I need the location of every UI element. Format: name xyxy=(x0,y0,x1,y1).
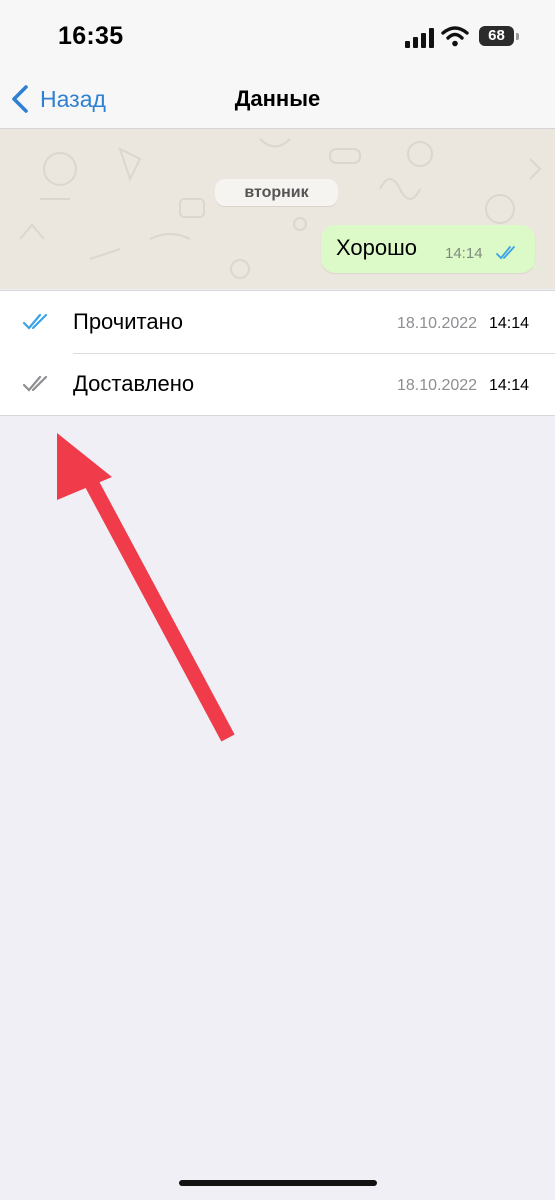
receipt-time: 14:14 xyxy=(489,315,530,332)
delivered-double-check-icon xyxy=(22,375,48,392)
chat-preview: вторник Хорошо 14:14 xyxy=(0,129,555,289)
red-arrow-icon xyxy=(57,433,235,742)
receipt-date: 18.10.2022 xyxy=(397,377,478,394)
battery-cap xyxy=(516,33,519,40)
home-indicator[interactable] xyxy=(179,1180,377,1186)
double-check-icon xyxy=(496,246,515,260)
message-time: 14:14 xyxy=(445,245,483,262)
battery-icon: 68 xyxy=(479,26,519,46)
signal-icon xyxy=(405,28,434,48)
receipt-details-list: Прочитано 18.10.2022 14:14 Доставлено 18… xyxy=(0,290,555,416)
read-double-check-icon xyxy=(22,313,48,330)
receipt-row-delivered: Доставлено 18.10.2022 14:14 xyxy=(0,353,555,415)
date-separator: вторник xyxy=(215,179,338,206)
receipt-time: 14:14 xyxy=(489,377,530,394)
receipt-date: 18.10.2022 xyxy=(397,315,478,332)
page-title: Данные xyxy=(234,86,321,111)
bubble-tail xyxy=(531,257,545,271)
message-text: Хорошо xyxy=(336,235,418,260)
status-bar: 16:35 68 xyxy=(0,0,555,72)
receipt-label: Прочитано xyxy=(73,309,183,334)
receipt-label: Доставлено xyxy=(73,371,195,396)
wifi-icon xyxy=(441,26,469,47)
battery-level: 68 xyxy=(488,27,505,44)
status-time: 16:35 xyxy=(58,22,124,50)
nav-bar: Назад Данные xyxy=(0,72,555,129)
receipt-row-read: Прочитано 18.10.2022 14:14 xyxy=(0,291,555,354)
message-bubble[interactable]: Хорошо 14:14 xyxy=(321,225,545,273)
